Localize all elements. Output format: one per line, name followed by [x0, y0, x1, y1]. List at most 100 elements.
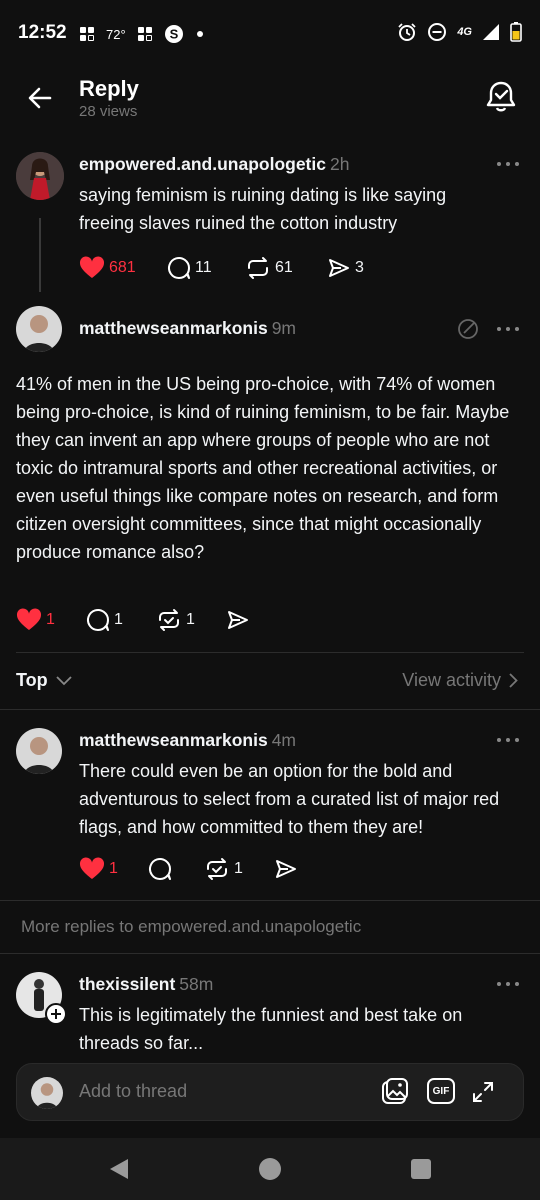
like-button[interactable]: 681: [79, 256, 167, 280]
post-text: This is legitimately the funniest and be…: [79, 1005, 463, 1053]
reply-count: 1: [114, 611, 123, 628]
post-author[interactable]: matthewseanmarkonis 4m: [79, 730, 296, 751]
nav-back-icon[interactable]: [108, 1157, 130, 1181]
avatar[interactable]: [16, 306, 62, 352]
view-activity-label: View activity: [402, 670, 501, 690]
post-actions: 1 1: [79, 857, 298, 881]
back-arrow-icon[interactable]: [24, 82, 56, 114]
focused-post[interactable]: matthewseanmarkonis 9m 41% of men in the …: [0, 300, 540, 652]
repost-count: 61: [275, 259, 293, 276]
status-bar: 12:52 72° S 4G: [0, 0, 540, 64]
notification-bell-icon[interactable]: [484, 78, 518, 116]
top-app-bar: Reply 28 views: [0, 64, 540, 134]
share-button[interactable]: [226, 608, 250, 632]
reposted-check-icon: [159, 609, 179, 631]
sort-dropdown[interactable]: Top: [16, 670, 72, 691]
thread-connector: [39, 218, 41, 292]
send-icon: [228, 611, 248, 629]
svg-text:S: S: [169, 27, 178, 42]
avatar[interactable]: [16, 728, 62, 774]
more-options-icon[interactable]: [497, 738, 521, 744]
reply-button[interactable]: [148, 857, 204, 881]
shazam-icon: S: [164, 25, 183, 43]
alarm-icon: [398, 23, 416, 41]
composer-input[interactable]: Add to thread: [79, 1081, 187, 1102]
comment-icon: [87, 609, 109, 631]
reply-button[interactable]: 11: [167, 256, 245, 280]
view-activity-link[interactable]: View activity: [402, 670, 518, 691]
page-title: Reply: [79, 76, 139, 101]
repost-count: 1: [234, 860, 243, 877]
like-count: 681: [109, 259, 136, 276]
reply-count: 11: [195, 259, 212, 276]
reply-button[interactable]: 1: [86, 608, 156, 632]
reply-composer[interactable]: Add to thread GIF: [16, 1063, 524, 1121]
post-time: 4m: [271, 730, 296, 750]
more-options-icon[interactable]: [497, 162, 521, 168]
more-replies-link[interactable]: More replies to empowered.and.unapologet…: [21, 917, 361, 937]
post-author[interactable]: empowered.and.unapologetic 2h: [79, 154, 349, 175]
more-options-icon[interactable]: [497, 982, 521, 988]
expand-icon[interactable]: [471, 1080, 495, 1104]
post-actions: 1 1 1: [16, 608, 250, 632]
image-picker-icon[interactable]: [380, 1077, 410, 1107]
comment-icon: [168, 257, 190, 279]
like-button[interactable]: 1: [79, 857, 148, 881]
repost-button[interactable]: 1: [204, 857, 274, 881]
signal-icon: [483, 24, 499, 40]
repost-count: 1: [186, 611, 195, 628]
heart-filled-icon: [16, 608, 42, 630]
like-count: 1: [109, 860, 118, 877]
battery-icon: [510, 22, 522, 42]
chevron-right-icon: [509, 673, 518, 688]
repost-button[interactable]: 61: [245, 256, 327, 280]
share-button[interactable]: 3: [327, 256, 364, 280]
send-icon: [329, 259, 349, 277]
reply-post[interactable]: matthewseanmarkonis 4m There could even b…: [0, 710, 540, 900]
post-author[interactable]: thexissilent 58m: [79, 974, 213, 995]
repost-button[interactable]: 1: [156, 608, 226, 632]
nav-recents-icon[interactable]: [410, 1158, 432, 1180]
system-nav-bar: [0, 1138, 540, 1200]
parent-post[interactable]: empowered.and.unapologetic 2h saying femi…: [0, 140, 540, 300]
dnd-icon: [428, 23, 447, 41]
reply-post[interactable]: thexissilent 58m This is legitimately the…: [0, 954, 540, 1062]
post-author[interactable]: matthewseanmarkonis 9m: [79, 318, 296, 339]
repost-icon: [248, 257, 268, 279]
avatar[interactable]: [16, 152, 64, 200]
share-count: 3: [355, 259, 364, 276]
heart-filled-icon: [79, 857, 105, 879]
heart-filled-icon: [79, 256, 105, 278]
network-type: 4G: [457, 26, 472, 38]
post-actions: 681 11 61 3: [79, 256, 364, 280]
divider: [16, 652, 524, 653]
chevron-down-icon: [56, 675, 72, 685]
status-left-icons: 72° S: [80, 24, 204, 44]
weather-temp: 72°: [106, 26, 126, 42]
like-button[interactable]: 1: [16, 608, 86, 632]
widget-icon-2: [137, 27, 152, 41]
more-options-icon[interactable]: [497, 327, 521, 333]
nav-home-icon[interactable]: [258, 1157, 282, 1181]
widget-icon: [80, 27, 94, 41]
post-time: 58m: [179, 974, 214, 994]
gif-button[interactable]: GIF: [427, 1078, 455, 1104]
status-time: 12:52: [18, 22, 67, 43]
share-button[interactable]: [274, 857, 298, 881]
divider: [0, 900, 540, 901]
view-count: 28 views: [79, 103, 138, 120]
post-text: 41% of men in the US being pro-choice, w…: [16, 374, 510, 562]
edit-post-icon[interactable]: [457, 318, 479, 340]
reposted-check-icon: [207, 858, 227, 880]
sort-label: Top: [16, 670, 48, 690]
avatar: [31, 1077, 63, 1109]
follow-plus-icon[interactable]: [45, 1003, 67, 1025]
post-text: saying feminism is ruining dating is lik…: [79, 185, 447, 233]
post-time: 9m: [271, 318, 296, 338]
post-time: 2h: [329, 154, 350, 174]
status-right-icons: 4G: [397, 22, 522, 42]
comment-icon: [149, 858, 171, 880]
send-icon: [276, 860, 296, 878]
dot-icon: [196, 31, 203, 37]
gif-label: GIF: [432, 1085, 450, 1097]
